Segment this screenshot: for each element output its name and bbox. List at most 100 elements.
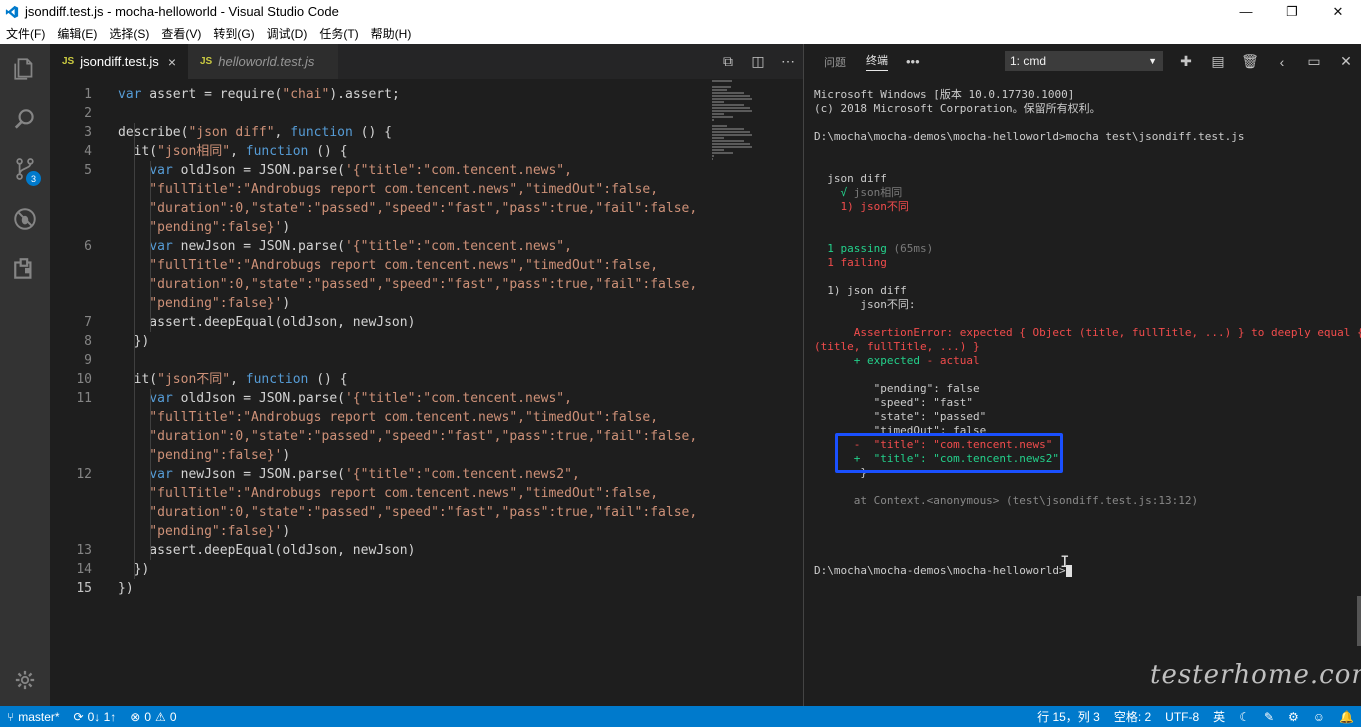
gear-icon[interactable]: ⚙	[1281, 710, 1306, 724]
split-editor-icon[interactable]: ◫	[743, 53, 773, 70]
code-line[interactable]: it("json相同", function () {	[118, 142, 348, 161]
extensions-icon[interactable]	[0, 244, 50, 294]
code-line[interactable]: })	[118, 579, 134, 598]
code-line[interactable]: "fullTitle":"Androbugs report com.tencen…	[118, 256, 658, 275]
minimap-line	[712, 92, 744, 94]
code-line[interactable]: "pending":false}')	[118, 446, 290, 465]
minimap-line	[712, 137, 725, 139]
new-terminal-icon[interactable]: ✚	[1170, 53, 1202, 70]
menu-goto[interactable]: 转到(G)	[207, 25, 260, 42]
menu-debug[interactable]: 调试(D)	[261, 25, 314, 42]
restore-button[interactable]: ❐	[1269, 0, 1315, 23]
menu-edit[interactable]: 编辑(E)	[51, 25, 103, 42]
line-number: 12	[76, 467, 92, 482]
line-number: 9	[84, 353, 92, 368]
settings-gear-icon[interactable]	[0, 660, 50, 700]
terminal-line: "pending": false	[814, 382, 980, 395]
code-line[interactable]: "duration":0,"state":"passed","speed":"f…	[118, 427, 697, 446]
code-line[interactable]: var newJson = JSON.parse('{"title":"com.…	[118, 465, 579, 484]
code-line[interactable]: it("json不同", function () {	[118, 370, 348, 389]
line-number	[50, 275, 92, 294]
code-line[interactable]: "fullTitle":"Androbugs report com.tencen…	[118, 484, 658, 503]
close-window-button[interactable]: ✕	[1315, 0, 1361, 23]
minimap-line	[712, 113, 725, 115]
editor-tabs: JS jsondiff.test.js × JS helloworld.test…	[50, 44, 803, 79]
line-number: 5	[84, 163, 92, 178]
code-line[interactable]: "pending":false}')	[118, 294, 290, 313]
indent-guide	[150, 161, 151, 332]
file-encoding[interactable]: UTF-8	[1158, 710, 1206, 724]
code-line[interactable]: var assert = require("chai").assert;	[118, 85, 400, 104]
minimap-line	[712, 125, 728, 127]
terminal-select[interactable]: 1: cmd ▼	[1005, 51, 1163, 71]
minimize-button[interactable]: —	[1223, 0, 1269, 23]
minimap-line	[712, 80, 732, 82]
tab-helloworld[interactable]: JS helloworld.test.js	[188, 44, 338, 79]
smiley-icon[interactable]: ☺	[1306, 710, 1332, 724]
code-editor[interactable]: 1 var assert = require("chai").assert; 2 3 d…	[50, 79, 710, 706]
explorer-icon[interactable]	[0, 44, 50, 94]
more-actions-icon[interactable]: ⋯	[773, 53, 803, 70]
bell-icon[interactable]: 🔔	[1332, 710, 1361, 724]
kill-terminal-icon[interactable]: 🗑	[1234, 53, 1266, 70]
scm-badge: 3	[26, 171, 41, 186]
line-number	[50, 218, 92, 237]
source-control-icon[interactable]: 3	[0, 144, 50, 194]
cursor-position[interactable]: 行 15，列 3	[1030, 708, 1107, 725]
open-changes-icon[interactable]: ⧉	[713, 53, 743, 70]
close-tab-icon[interactable]: ×	[168, 54, 176, 70]
code-line[interactable]: "duration":0,"state":"passed","speed":"f…	[118, 275, 697, 294]
debug-icon[interactable]	[0, 194, 50, 244]
code-line[interactable]: assert.deepEqual(oldJson, newJson)	[118, 541, 415, 560]
indentation[interactable]: 空格: 2	[1107, 708, 1158, 725]
split-terminal-icon[interactable]: ▤	[1202, 53, 1234, 70]
problems-status[interactable]: ⊗ 0 ⚠ 0	[123, 710, 183, 724]
menu-tasks[interactable]: 任务(T)	[313, 25, 364, 42]
code-line[interactable]: "duration":0,"state":"passed","speed":"f…	[118, 199, 697, 218]
code-line[interactable]: "pending":false}')	[118, 522, 290, 541]
code-line[interactable]: var newJson = JSON.parse('{"title":"com.…	[118, 237, 572, 256]
line-number: 4	[84, 144, 92, 159]
terminal-panel: 问题 终端 ••• 1: cmd ▼ ✚ ▤ 🗑 ‹ ▭ ✕ Microsoft…	[803, 44, 1361, 706]
branch-status[interactable]: ⑂ master*	[0, 710, 67, 724]
line-number	[50, 256, 92, 275]
code-line[interactable]: describe("json diff", function () {	[118, 123, 392, 142]
code-line[interactable]: var oldJson = JSON.parse('{"title":"com.…	[118, 161, 572, 180]
menu-bar: 文件(F) 编辑(E) 选择(S) 查看(V) 转到(G) 调试(D) 任务(T…	[0, 23, 1361, 44]
minimap-line	[712, 131, 750, 133]
code-line[interactable]: "fullTitle":"Androbugs report com.tencen…	[118, 180, 658, 199]
terminal-line: + expected - actual	[814, 354, 980, 367]
menu-selection[interactable]: 选择(S)	[103, 25, 155, 42]
menu-help[interactable]: 帮助(H)	[365, 25, 418, 42]
minimap-line	[712, 104, 744, 106]
minimap[interactable]	[712, 79, 802, 160]
code-line[interactable]: assert.deepEqual(oldJson, newJson)	[118, 313, 415, 332]
minimap-line	[712, 158, 714, 160]
chevron-down-icon: ▼	[1148, 56, 1157, 66]
code-line[interactable]: var oldJson = JSON.parse('{"title":"com.…	[118, 389, 572, 408]
menu-file[interactable]: 文件(F)	[0, 25, 51, 42]
tab-terminal[interactable]: 终端	[866, 52, 888, 71]
tab-problems[interactable]: 问题	[824, 54, 846, 70]
line-number: 13	[76, 543, 92, 558]
title-bar: jsondiff.test.js - mocha-helloworld - Vi…	[0, 0, 1361, 23]
minimap-line	[712, 110, 752, 112]
code-line[interactable]: "duration":0,"state":"passed","speed":"f…	[118, 503, 697, 522]
terminal-line: D:\mocha\mocha-demos\mocha-helloworld>	[814, 564, 1072, 578]
maximize-panel-icon[interactable]: ▭	[1298, 53, 1330, 70]
code-line[interactable]: "fullTitle":"Androbugs report com.tencen…	[118, 408, 658, 427]
sync-status[interactable]: ⟳ 0↓ 1↑	[67, 710, 124, 724]
ime-indicator[interactable]: 英	[1206, 708, 1232, 725]
code-line[interactable]: "pending":false}')	[118, 218, 290, 237]
menu-view[interactable]: 查看(V)	[155, 25, 207, 42]
chevron-left-icon[interactable]: ‹	[1266, 54, 1298, 70]
search-icon[interactable]	[0, 94, 50, 144]
terminal-scrollbar[interactable]	[1357, 596, 1361, 646]
tab-jsondiff[interactable]: JS jsondiff.test.js ×	[50, 44, 188, 79]
line-number	[50, 199, 92, 218]
panel-more-icon[interactable]: •••	[906, 54, 920, 69]
warning-icon: ⚠	[155, 709, 166, 724]
close-panel-icon[interactable]: ✕	[1330, 53, 1361, 70]
line-number: 7	[84, 315, 92, 330]
terminal-line: json diff	[814, 172, 887, 185]
